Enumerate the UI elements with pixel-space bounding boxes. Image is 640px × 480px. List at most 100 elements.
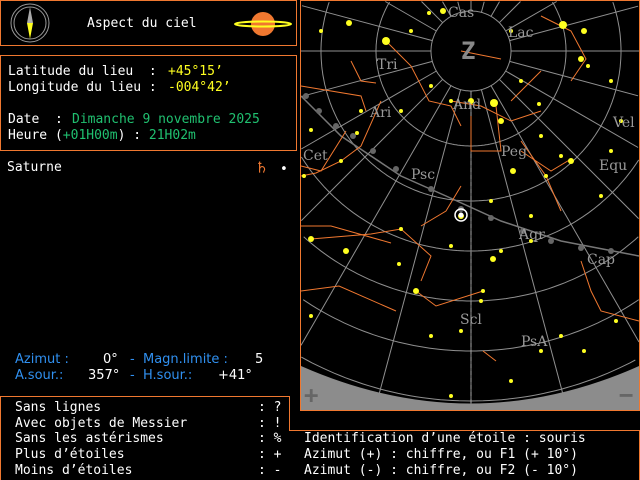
hsour-label: H.sour.:	[143, 368, 193, 383]
constellation-label: Ari	[370, 105, 392, 121]
azimuth-line	[301, 85, 452, 346]
star	[343, 248, 349, 254]
star	[489, 199, 493, 203]
constellation-line	[301, 225, 392, 244]
azimuth-line	[385, 1, 437, 32]
constellation-line	[310, 228, 432, 282]
zenith-label: Z	[461, 37, 476, 65]
shortcut-label: Avec objets de Messier	[15, 416, 188, 431]
horizon	[301, 366, 639, 410]
star	[481, 289, 485, 293]
shortcut-key: : ?	[258, 400, 282, 415]
location-panel: Latitude du lieu : +45°15’ Longitude du …	[0, 55, 297, 151]
star	[519, 79, 523, 83]
ecliptic-point	[303, 93, 309, 99]
star	[397, 262, 401, 266]
shortcut-key: : !	[258, 416, 282, 431]
timezone-value: +01H00m	[62, 128, 118, 143]
constellation-label: Cap	[587, 252, 616, 268]
constellation-line	[520, 150, 572, 172]
constellation-line	[301, 85, 367, 112]
sky-map[interactable]: Z + − Cas Lac Tri And Ari Peg Cet Psc Equ Vel Aqr C…	[300, 0, 640, 411]
altitude-circle	[301, 156, 639, 252]
ecliptic-point	[428, 186, 434, 192]
constellation-label: Cet	[303, 148, 328, 164]
star	[529, 214, 533, 218]
azimuth-line	[490, 1, 500, 17]
constellation-label: Cas	[448, 5, 475, 21]
ecliptic-point	[578, 245, 584, 251]
azimut-label: Azimut :	[15, 352, 69, 367]
compass-icon	[10, 3, 50, 43]
star	[490, 256, 496, 262]
help-text: Azimut (+) : chiffre, ou F1 (+ 10°)	[304, 447, 578, 462]
time-value: 21H02m	[148, 128, 196, 143]
saturn-icon	[234, 12, 292, 36]
zoom-out-button[interactable]: −	[619, 383, 633, 407]
shortcut-label: Sans les astérismes	[15, 431, 164, 446]
star	[582, 349, 586, 353]
star	[429, 84, 433, 88]
star	[413, 288, 419, 294]
constellation-label: Scl	[460, 312, 482, 328]
ecliptic-point	[393, 166, 399, 172]
star	[510, 168, 516, 174]
star	[309, 314, 313, 318]
saturn-symbol-icon: ♄	[257, 158, 267, 177]
longitude-label: Longitude du lieu :	[8, 80, 157, 95]
planet-dot-icon: •	[280, 162, 288, 177]
shortcut-label: Plus d’étoiles	[15, 447, 125, 462]
star	[399, 227, 403, 231]
star	[599, 194, 603, 198]
ecliptic-point	[548, 238, 554, 244]
star	[509, 379, 513, 383]
constellation-label: PsA	[521, 334, 548, 350]
star	[537, 102, 541, 106]
constellation-label: Tri	[377, 57, 398, 73]
star	[609, 79, 613, 83]
help-text: Identification d’une étoile : souris	[304, 431, 586, 446]
zoom-in-button[interactable]: +	[304, 383, 318, 407]
longitude-value: -004°42’	[168, 80, 231, 95]
star	[346, 20, 352, 26]
constellation-line	[420, 185, 462, 227]
shortcut-label: Sans lignes	[15, 400, 102, 415]
constellation-label: Peg	[501, 144, 528, 160]
ecliptic-point	[488, 215, 494, 221]
latitude-label: Latitude du lieu :	[8, 64, 157, 79]
star	[382, 37, 390, 45]
separator: -	[130, 352, 135, 367]
star	[544, 174, 548, 178]
constellation-label: Equ	[599, 158, 628, 174]
star	[559, 334, 563, 338]
constellation-line	[482, 350, 497, 362]
ecliptic-point	[350, 133, 356, 139]
magn-limit-value: 5	[255, 352, 264, 367]
ecliptic-point	[316, 108, 322, 114]
planet-name: Saturne	[7, 160, 62, 175]
star	[578, 56, 584, 62]
separator: -	[130, 368, 135, 383]
star	[319, 29, 323, 33]
azimuth-line	[421, 1, 444, 24]
magn-limit-label: Magn.limite :	[143, 352, 228, 367]
star	[339, 159, 343, 163]
constellation-line	[415, 290, 484, 307]
star	[559, 154, 563, 158]
constellation-label: Lac	[508, 25, 534, 41]
star	[355, 131, 359, 135]
star	[449, 394, 453, 398]
shortcut-label: Moins d’étoiles	[15, 463, 133, 478]
azimut-value: 0°	[103, 352, 118, 367]
date-value: Dimanche 9 novembre 2025	[72, 112, 260, 127]
time-label-close: ) :	[117, 128, 142, 143]
star	[459, 329, 463, 333]
hsour-value: +41°	[218, 368, 252, 383]
constellation-line	[385, 40, 462, 127]
azimuth-line	[498, 1, 521, 24]
star	[559, 21, 567, 29]
constellation-label: And	[453, 97, 482, 113]
star	[499, 249, 503, 253]
shortcut-key: : +	[258, 447, 282, 462]
header-panel: Aspect du ciel	[0, 0, 297, 46]
